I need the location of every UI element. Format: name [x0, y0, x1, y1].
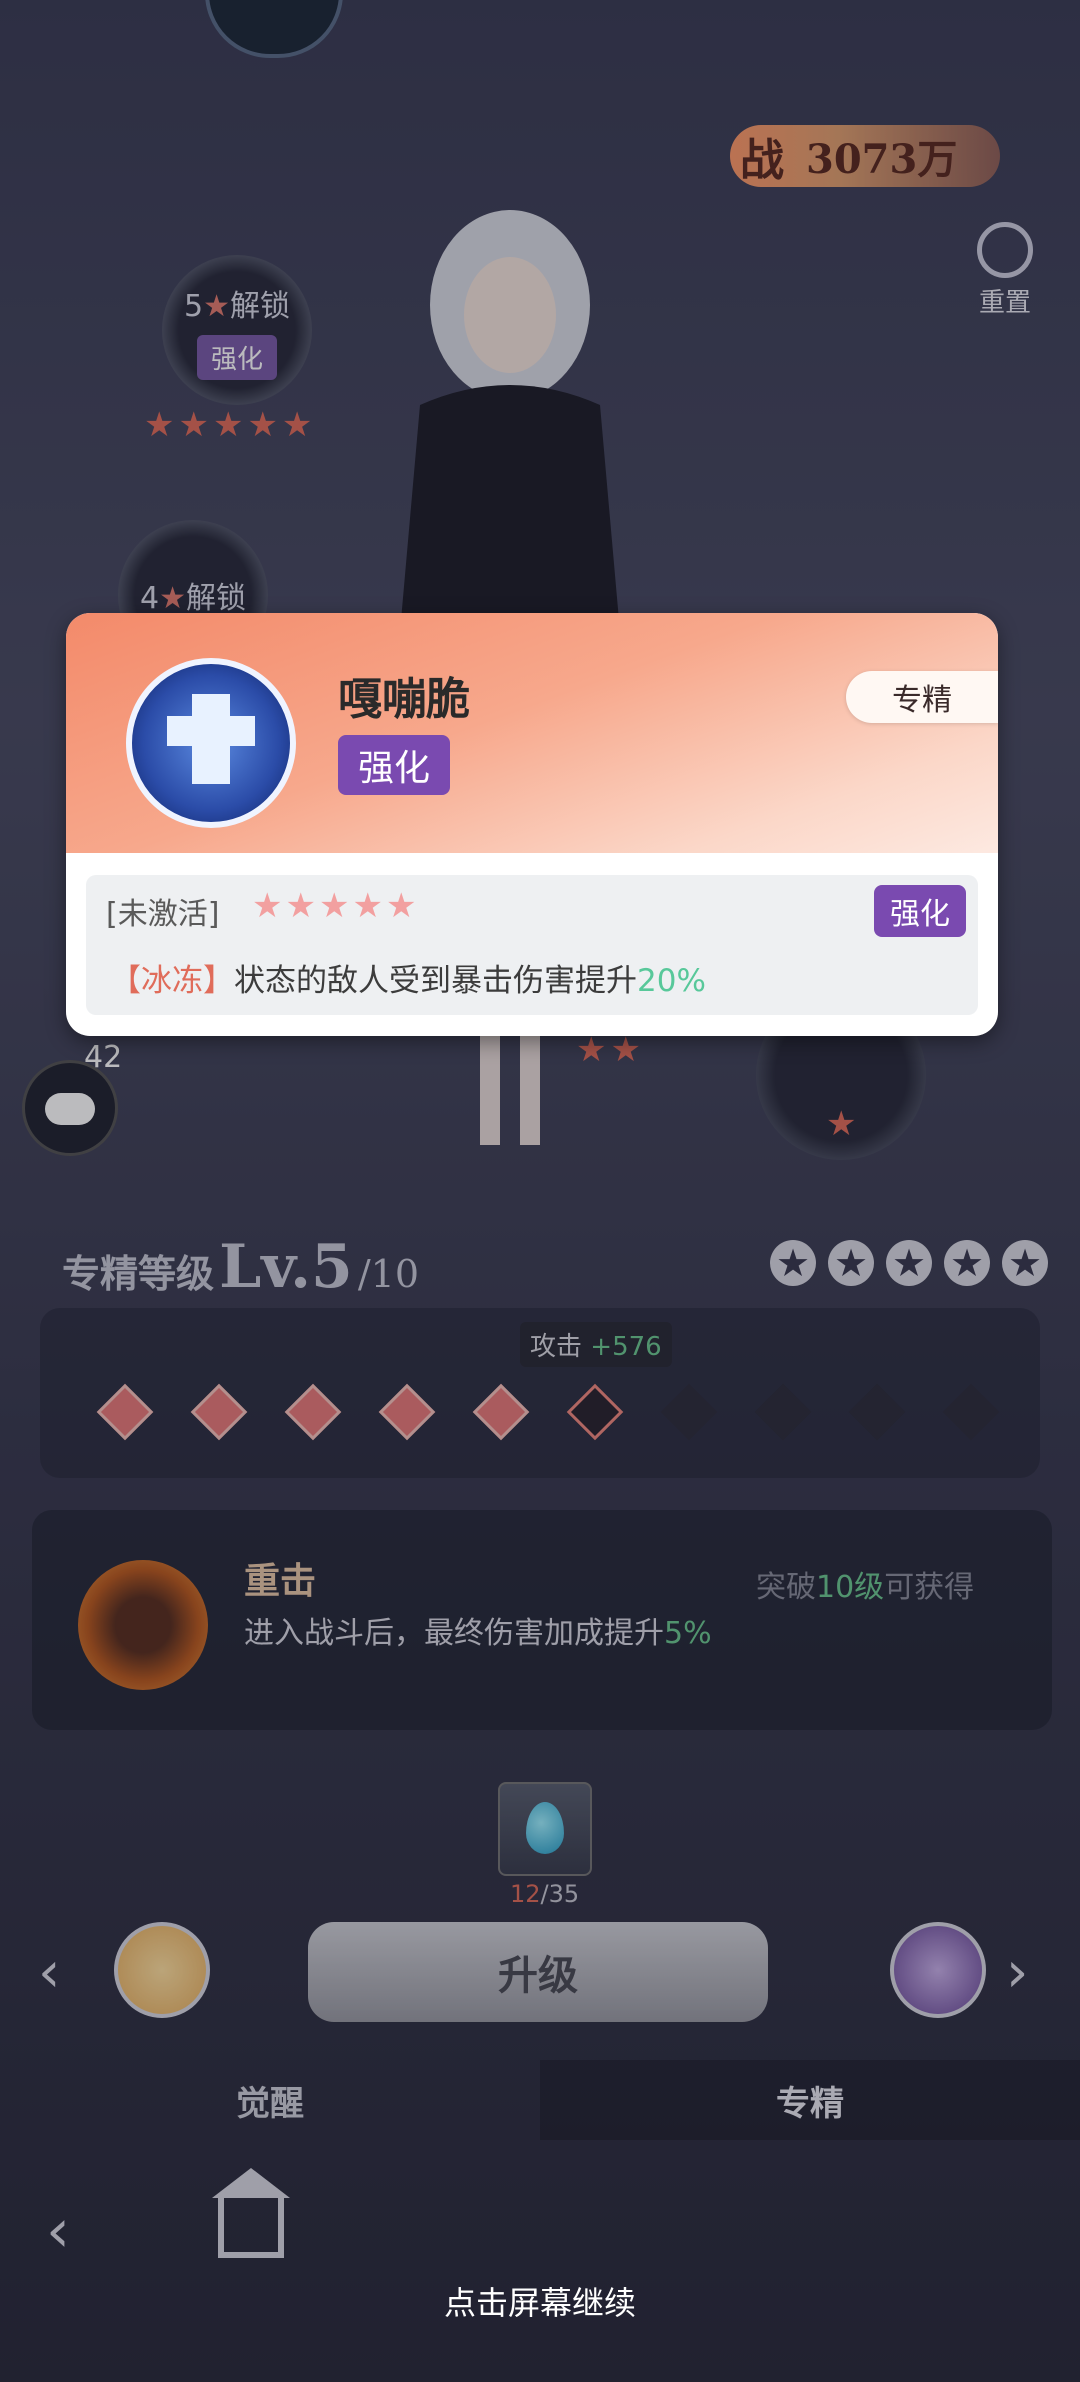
- requirement-stars: ★ ★ ★ ★ ★: [252, 889, 416, 923]
- rank-star-icon: ★: [1002, 1240, 1048, 1286]
- tap-to-continue[interactable]: 点击屏幕继续: [0, 2278, 1080, 2324]
- node-5-lock-label: 解锁: [230, 288, 290, 324]
- effect-keyword: 【冰冻】: [110, 963, 234, 999]
- combat-power-badge: 战 3073万: [730, 125, 1000, 187]
- heavy-strike-icon: [78, 1560, 208, 1690]
- specialization-tag: 专精: [846, 671, 998, 723]
- rank-star-icon: ★: [886, 1240, 932, 1286]
- star-icon: ★: [252, 886, 283, 926]
- rank-stars: ★ ★ ★ ★ ★: [770, 1240, 1048, 1286]
- power-value: 3073万: [806, 136, 958, 183]
- home-icon[interactable]: [212, 2168, 290, 2258]
- bonus-desc-value: 5%: [664, 1616, 712, 1651]
- popup-body: [未激活] ★ ★ ★ ★ ★ 强化 【冰冻】状态的敌人受到暴击伤害提升20%: [86, 875, 978, 1015]
- star-icon: ★: [203, 288, 230, 324]
- material-have: 12: [510, 1880, 541, 1908]
- level-dot-filled[interactable]: [190, 1383, 248, 1441]
- material-need: /35: [540, 1880, 580, 1908]
- power-label: 战: [740, 135, 784, 186]
- node-5-stars: ★★★★★: [144, 405, 317, 445]
- attack-label: 攻击: [530, 1332, 583, 1362]
- inactive-label: [未激活]: [106, 897, 220, 932]
- next-character-avatar[interactable]: [890, 1922, 986, 2018]
- tab-awaken[interactable]: 觉醒: [0, 2060, 540, 2140]
- attack-value: +576: [590, 1332, 662, 1362]
- node-4-star-req: 4: [140, 581, 160, 616]
- node-1-star: ★: [826, 1104, 857, 1144]
- level-dot-locked[interactable]: [660, 1383, 718, 1441]
- tab-specialization[interactable]: 专精: [540, 2060, 1080, 2140]
- level-dot-filled[interactable]: [96, 1383, 154, 1441]
- star-icon: ★: [285, 886, 316, 926]
- star-icon: ★: [352, 886, 383, 926]
- spec-level-value: Lv.5: [219, 1232, 353, 1302]
- rank-star-icon: ★: [770, 1240, 816, 1286]
- bottom-tabs: 觉醒 专精: [0, 2060, 1080, 2140]
- popup-header: 嘎嘣脆 强化 专精: [66, 613, 998, 853]
- level-dots: [96, 1383, 1000, 1441]
- bonus-name: 重击: [244, 1561, 317, 1602]
- top-character-avatar[interactable]: [205, 0, 343, 58]
- skill-node-5[interactable]: 5★解锁 强化: [162, 255, 312, 405]
- level-dot-locked[interactable]: [848, 1383, 906, 1441]
- level-dot-filled[interactable]: [284, 1383, 342, 1441]
- water-drop-icon: [526, 1802, 564, 1854]
- effect-text: 状态的敌人受到暴击伤害提升: [234, 963, 637, 999]
- chat-count-badge: 42: [84, 1040, 123, 1075]
- bonus-cond-value: 10级: [816, 1570, 885, 1605]
- prev-character-avatar[interactable]: [114, 1922, 210, 2018]
- node-4-lock-label: 解锁: [186, 581, 246, 616]
- bonus-description: 进入战斗后，最终伤害加成提升5%: [244, 1608, 712, 1652]
- prev-character-arrow-icon[interactable]: ‹: [38, 1940, 60, 2005]
- material-water-drop[interactable]: [498, 1782, 592, 1876]
- level-dot-locked[interactable]: [942, 1383, 1000, 1441]
- attack-bonus-tooltip: 攻击 +576: [520, 1322, 672, 1367]
- bonus-condition: 突破10级可获得: [756, 1562, 974, 1606]
- effect-description: 【冰冻】状态的敌人受到暴击伤害提升20%: [110, 955, 706, 1000]
- level-dot-locked[interactable]: [754, 1383, 812, 1441]
- next-character-arrow-icon[interactable]: ›: [1006, 1940, 1028, 2005]
- back-icon[interactable]: ‹: [46, 2196, 70, 2266]
- effect-value: 20%: [637, 963, 706, 999]
- level-dot-filled[interactable]: [378, 1383, 436, 1441]
- star-icon: ★: [385, 886, 417, 926]
- node-5-tag: 强化: [196, 334, 277, 380]
- star-icon: ★: [318, 886, 350, 926]
- spec-level-max: /10: [357, 1252, 420, 1296]
- skill-name: 嘎嘣脆: [338, 674, 470, 725]
- hero-stars: ★★: [576, 1030, 645, 1070]
- spec-level-label: 专精等级: [62, 1251, 215, 1296]
- skill-detail-popup: 嘎嘣脆 强化 专精 [未激活] ★ ★ ★ ★ ★ 强化 【冰冻】状态的敌人受到暴击伤害…: [66, 613, 998, 1036]
- reset-button[interactable]: 重置: [970, 222, 1040, 319]
- rank-star-icon: ★: [944, 1240, 990, 1286]
- star-icon: ★: [159, 581, 186, 616]
- skill-type-tag: 强化: [338, 735, 451, 795]
- rank-star-icon: ★: [828, 1240, 874, 1286]
- reset-label: 重置: [978, 288, 1031, 318]
- level-dot-current[interactable]: [566, 1383, 624, 1441]
- bonus-cond-prefix: 突破: [756, 1570, 816, 1605]
- node-5-star-req: 5: [184, 288, 204, 324]
- upgrade-button[interactable]: 升级: [308, 1922, 768, 2022]
- reset-icon: [977, 222, 1033, 278]
- bonus-desc-text: 进入战斗后，最终伤害加成提升: [244, 1616, 664, 1651]
- chat-bubble-icon: [45, 1093, 95, 1125]
- level-dot-filled[interactable]: [472, 1383, 530, 1441]
- ice-skill-icon: [126, 658, 296, 828]
- body-type-tag: 强化: [874, 885, 966, 937]
- material-count: 12/35: [510, 1880, 579, 1908]
- bonus-cond-suffix: 可获得: [884, 1570, 975, 1605]
- spec-level: 专精等级 Lv.5 /10: [62, 1232, 419, 1302]
